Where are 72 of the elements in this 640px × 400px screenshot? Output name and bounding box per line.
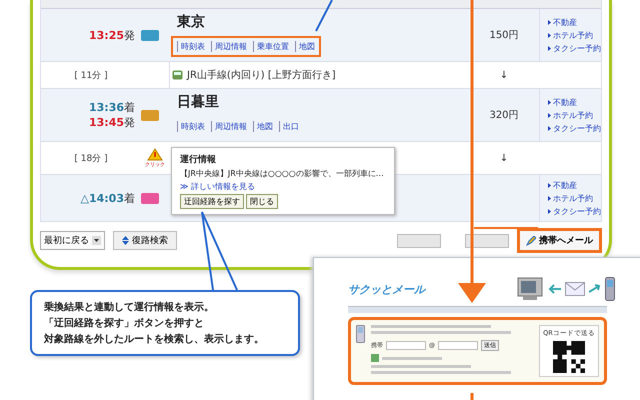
fare-text: 150円 (489, 29, 519, 42)
popup-button[interactable]: 迂回経路を探す (180, 194, 244, 209)
useful-link[interactable]: ホテル予約 (553, 192, 593, 204)
fare-arrow: ↓ (500, 70, 508, 80)
address-field[interactable] (386, 341, 426, 350)
computer-icon (517, 277, 543, 301)
envelope-icon (565, 282, 585, 296)
leader-line (474, 227, 538, 229)
bullet-icon (548, 196, 551, 200)
mobile-phone-icon (356, 325, 365, 343)
time-text: 13:25発 (88, 28, 135, 42)
domain-field[interactable] (438, 341, 478, 350)
station-link[interactable]: 乗車位置 (253, 41, 289, 52)
double-arrow-icon (122, 236, 129, 245)
bullet-icon (548, 100, 551, 104)
useful-link[interactable]: 不動産 (553, 16, 577, 28)
useful-link[interactable]: ホテル予約 (553, 30, 593, 40)
station-link[interactable]: 周辺情報 (211, 121, 247, 132)
bullet-icon (548, 20, 551, 24)
fare-arrow: ↓ (500, 152, 508, 164)
bullet-icon (548, 182, 551, 188)
logo: サクッとメール (348, 282, 425, 296)
leader-line (315, 0, 333, 32)
popup-title: 運行情報 (180, 154, 217, 166)
warning-icon[interactable] (147, 148, 163, 161)
station-link[interactable]: 地図 (253, 121, 273, 132)
arrow-icon (547, 284, 561, 294)
leader-line (470, 393, 474, 400)
time-text: 13:45発 (88, 115, 135, 130)
bullet-icon (548, 32, 551, 38)
time-text: 13:36着 (88, 100, 135, 115)
station-link[interactable]: 地図 (295, 41, 315, 52)
mobile-phone-icon (605, 277, 615, 301)
useful-link[interactable]: 不動産 (553, 96, 577, 108)
time-text: △14:03着 (80, 190, 135, 206)
duration-text: [ 11分 ] (74, 70, 108, 82)
station-link[interactable]: 周辺情報 (211, 41, 247, 52)
useful-link[interactable]: 不動産 (553, 180, 577, 190)
return-search-button[interactable]: 復路検索 (113, 231, 177, 250)
callout-text: 乗換結果と連動して運行情報を表示。 (44, 300, 215, 314)
checkbox[interactable] (371, 354, 379, 362)
dropdown-icon (92, 236, 101, 245)
bullet-icon (548, 112, 551, 118)
callout-text: 対象路線を外したルートを検索し、表示します。 (44, 332, 265, 346)
toolbar-button[interactable] (397, 234, 441, 248)
pencil-icon (526, 236, 536, 246)
station-link[interactable]: 出口 (279, 121, 299, 132)
details-link[interactable]: ≫ 詳しい情報を見る (180, 181, 386, 192)
useful-link[interactable]: タクシー予約 (553, 206, 601, 216)
line-name: JR山手線(内回り) [上野方面行き] (187, 68, 336, 82)
useful-link[interactable]: ホテル予約 (553, 110, 593, 120)
qr-code-drawing (550, 341, 588, 373)
bullet-icon (548, 46, 551, 50)
arrow-icon (589, 284, 601, 294)
blurred-text-drawing (382, 356, 442, 360)
send-to-mobile-button[interactable]: 携帯へメール (517, 228, 602, 253)
station-name: 日暮里 (177, 93, 219, 111)
fare-text: 320円 (489, 109, 519, 122)
popup-button[interactable]: 閉じる (246, 194, 278, 209)
back-select[interactable]: 最初に戻る (40, 231, 105, 250)
station-name: 東京 (177, 13, 205, 31)
station-link[interactable]: 時刻表 (177, 121, 205, 132)
duration-text: [ 18分 ] (74, 152, 108, 164)
popup-message: 【JR中央線】JR中央線は○○○○の影響で、一部列車に… (180, 168, 385, 179)
bullet-icon (548, 208, 551, 214)
bullet-icon (548, 126, 551, 130)
callout-text: 「迂回経路を探す」ボタンを押すと (44, 316, 205, 330)
toolbar-button[interactable] (465, 234, 509, 248)
train-icon (172, 70, 183, 80)
useful-link[interactable]: タクシー予約 (553, 122, 601, 134)
station-link[interactable]: 時刻表 (177, 41, 205, 52)
useful-link[interactable]: タクシー予約 (553, 42, 601, 54)
